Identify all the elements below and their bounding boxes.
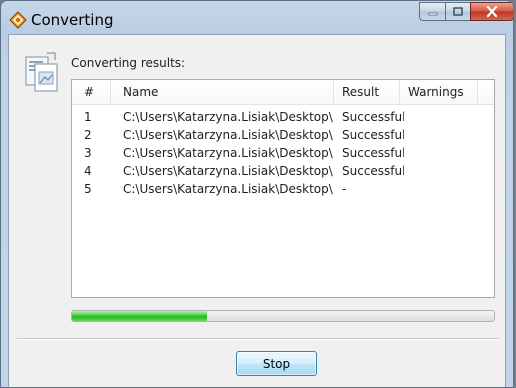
row-result: Successful (342, 128, 404, 142)
row-result: Successful (342, 110, 404, 124)
row-number: 4 (84, 164, 92, 178)
row-result: - (342, 182, 347, 196)
table-row[interactable]: 1 C:\Users\Katarzyna.Lisiak\Desktop\... … (72, 108, 494, 126)
row-result: Successful (342, 146, 404, 160)
row-number: 5 (84, 182, 92, 196)
row-number: 3 (84, 146, 92, 160)
maximize-icon (453, 7, 463, 16)
table-row[interactable]: 5 C:\Users\Katarzyna.Lisiak\Desktop\... … (72, 180, 494, 198)
maximize-button[interactable] (445, 2, 471, 21)
converting-window: Converting Converting results: # Name Re… (0, 0, 514, 388)
column-header-name[interactable]: Name (111, 80, 334, 104)
close-button[interactable] (470, 2, 513, 21)
row-name: C:\Users\Katarzyna.Lisiak\Desktop\... (123, 110, 333, 124)
table-row[interactable]: 4 C:\Users\Katarzyna.Lisiak\Desktop\... … (72, 162, 494, 180)
app-icon (9, 11, 27, 29)
row-result: Successful (342, 164, 404, 178)
progress-fill (72, 311, 208, 321)
row-name: C:\Users\Katarzyna.Lisiak\Desktop\... (123, 182, 333, 196)
minimize-icon (428, 12, 437, 15)
stop-button[interactable]: Stop (236, 351, 317, 376)
column-header-number[interactable]: # (72, 80, 111, 104)
dialog-content: Converting results: # Name Result Warnin… (8, 34, 506, 387)
table-header: # Name Result Warnings (72, 80, 494, 105)
row-number: 1 (84, 110, 92, 124)
table-body: 1 C:\Users\Katarzyna.Lisiak\Desktop\... … (72, 108, 494, 198)
table-row[interactable]: 2 C:\Users\Katarzyna.Lisiak\Desktop\... … (72, 126, 494, 144)
column-header-result[interactable]: Result (334, 80, 400, 104)
minimize-button[interactable] (419, 2, 446, 21)
separator-line (17, 338, 499, 340)
results-table[interactable]: # Name Result Warnings 1 C:\Users\Katarz… (71, 79, 495, 298)
document-convert-icon (25, 52, 58, 92)
row-name: C:\Users\Katarzyna.Lisiak\Desktop\... (123, 164, 333, 178)
row-name: C:\Users\Katarzyna.Lisiak\Desktop\... (123, 146, 333, 160)
results-heading: Converting results: (71, 56, 186, 70)
table-row[interactable]: 3 C:\Users\Katarzyna.Lisiak\Desktop\... … (72, 144, 494, 162)
row-number: 2 (84, 128, 92, 142)
title-bar[interactable]: Converting (1, 1, 513, 35)
window-title: Converting (31, 11, 114, 29)
row-name: C:\Users\Katarzyna.Lisiak\Desktop\... (123, 128, 333, 142)
close-icon (486, 6, 498, 17)
column-header-warnings[interactable]: Warnings (400, 80, 478, 104)
conversion-progress-bar (71, 310, 495, 322)
